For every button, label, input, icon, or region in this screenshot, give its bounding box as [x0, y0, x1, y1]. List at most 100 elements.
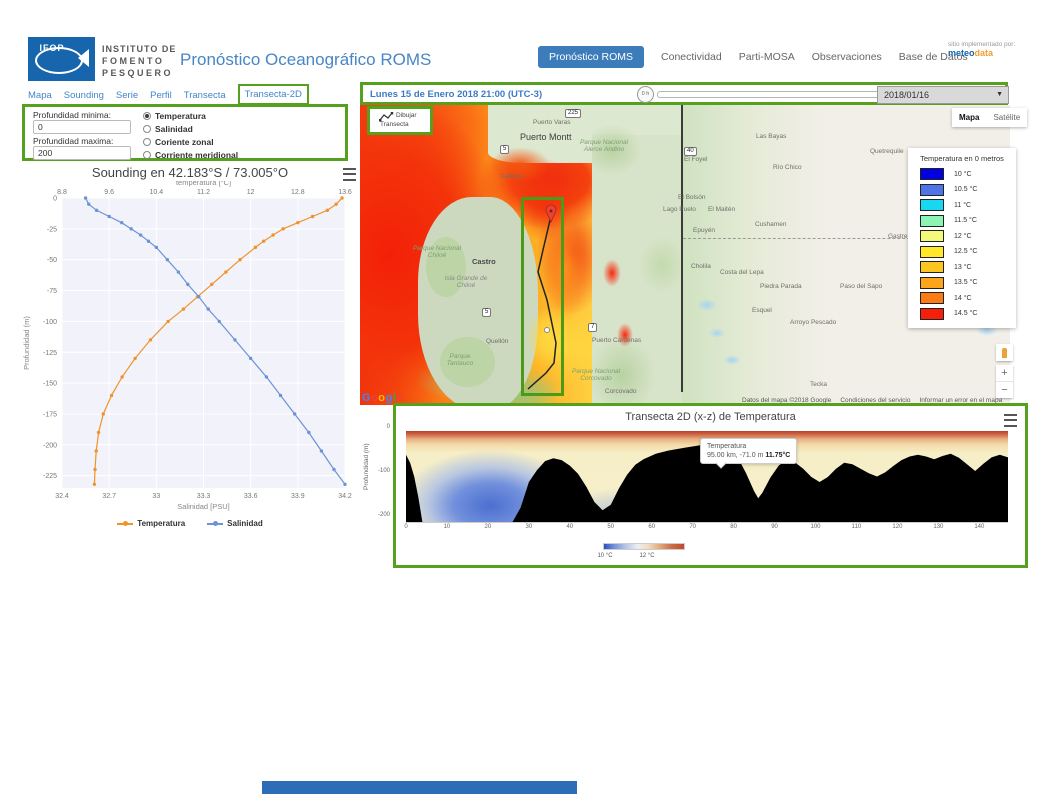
- institute-line: PESQUERO: [102, 67, 176, 79]
- svg-text:Profundidad (m): Profundidad (m): [22, 316, 31, 370]
- svg-text:-25: -25: [47, 226, 57, 233]
- transect-tooltip: Temperatura 95.00 km, -71.0 m 11.75°C: [700, 438, 797, 464]
- sounding-chart-title: Sounding en 42.183°S / 73.005°O: [20, 165, 360, 180]
- legend-row: 13.5 °C: [920, 277, 977, 289]
- legend-item-label: Temperatura: [137, 519, 185, 528]
- svg-text:34.2: 34.2: [338, 493, 352, 500]
- variable-radio-row: Coriente zonal: [143, 137, 214, 147]
- subnav-item-mapa[interactable]: Mapa: [28, 90, 52, 101]
- legend-swatch: [920, 277, 944, 289]
- transect-annotation-rect: [521, 197, 564, 396]
- svg-text:-125: -125: [43, 350, 57, 357]
- min-depth-label: Profundidad minima:: [33, 110, 111, 120]
- svg-text:11.2: 11.2: [197, 189, 210, 196]
- draw-transect-annotation: Dibujar Transecta: [367, 106, 433, 135]
- brand-data[interactable]: data: [975, 48, 994, 58]
- radio-button-unselected[interactable]: [143, 151, 151, 159]
- svg-text:13.6: 13.6: [338, 189, 352, 196]
- legend-label: 12 °C: [954, 233, 972, 240]
- svg-text:12: 12: [247, 189, 255, 196]
- map-type-satelite[interactable]: Satélite: [986, 108, 1027, 127]
- brand-meteo[interactable]: meteo: [948, 48, 975, 58]
- legend-label: 12.5 °C: [954, 248, 977, 255]
- zoom-in-button[interactable]: +: [996, 365, 1013, 381]
- time-slider-handle[interactable]: 0 h: [637, 86, 654, 103]
- credit-brand[interactable]: meteodata: [948, 49, 1015, 57]
- legend-row: 14.5 °C: [920, 308, 977, 320]
- legend-item-temperatura[interactable]: Temperatura: [117, 519, 185, 528]
- nav-item-conectividad[interactable]: Conectividad: [661, 51, 722, 63]
- fish-tail-icon: [78, 49, 89, 67]
- min-depth-input[interactable]: [33, 120, 131, 134]
- colorbar-label-low: 10 °C: [592, 553, 618, 559]
- subnav-item-sounding[interactable]: Sounding: [64, 90, 104, 101]
- radio-button-unselected[interactable]: [143, 138, 151, 146]
- svg-text:33.6: 33.6: [244, 493, 258, 500]
- date-select-value: 2018/01/16: [884, 90, 929, 100]
- legend-item-label: Salinidad: [227, 519, 263, 528]
- institute-line: INSTITUTO DE: [102, 43, 176, 55]
- transect-x-tick: 0: [398, 524, 414, 530]
- max-depth-input[interactable]: [33, 146, 131, 160]
- radio-button-selected[interactable]: [143, 112, 151, 120]
- legend-row: 10 °C: [920, 168, 972, 180]
- transect-x-tick: 90: [767, 524, 783, 530]
- max-depth-label: Profundidad maxima:: [33, 136, 113, 146]
- page-title: Pronóstico Oceanográfico ROMS: [180, 50, 431, 70]
- radio-label: Temperatura: [155, 111, 206, 121]
- svg-text:-225: -225: [43, 473, 57, 480]
- time-bar: Lunes 15 de Enero 2018 21:00 (UTC-3) 0 h…: [360, 82, 1008, 105]
- legend-label: 11 °C: [954, 202, 971, 209]
- svg-text:-200: -200: [43, 442, 57, 449]
- radio-label: Corriente meridional: [155, 150, 238, 160]
- transect-x-tick: 10: [439, 524, 455, 530]
- transect-menu-icon[interactable]: [1004, 414, 1017, 427]
- svg-text:-175: -175: [43, 411, 57, 418]
- nav-item-observaciones[interactable]: Observaciones: [812, 51, 882, 63]
- subnav-item-transecta-2d[interactable]: Transecta-2D: [238, 84, 309, 105]
- legend-label: 10 °C: [954, 171, 972, 178]
- transect-y-tick: 0: [374, 424, 390, 430]
- nav-item-parti-mosa[interactable]: Parti-MOSA: [739, 51, 795, 63]
- sounding-menu-icon[interactable]: [343, 168, 356, 181]
- legend-marker: [117, 523, 133, 525]
- legend-label: 14.5 °C: [954, 310, 977, 317]
- svg-text:-75: -75: [47, 288, 57, 295]
- legend-swatch: [920, 261, 944, 273]
- sub-nav: Mapa Sounding Serie Perfil Transecta Transect…: [28, 87, 309, 103]
- transect-x-tick: 40: [562, 524, 578, 530]
- transect-x-tick: 120: [889, 524, 905, 530]
- subnav-item-perfil[interactable]: Perfil: [150, 90, 172, 101]
- legend-item-salinidad[interactable]: Salinidad: [207, 519, 263, 528]
- time-slider-track[interactable]: [657, 91, 885, 98]
- zoom-out-button[interactable]: −: [996, 381, 1013, 398]
- legend-swatch: [920, 199, 944, 211]
- map-zoom-controls: + −: [996, 365, 1013, 398]
- legend-row: 10.5 °C: [920, 184, 977, 196]
- transect-chart-title: Transecta 2D (x-z) de Temperatura: [396, 411, 1025, 423]
- sounding-legend: Temperatura Salinidad: [20, 519, 360, 528]
- date-select[interactable]: 2018/01/16 ▼: [877, 86, 1009, 104]
- nav-item-pron-stico-roms[interactable]: Pronóstico ROMS: [538, 46, 644, 68]
- datetime-label: Lunes 15 de Enero 2018 21:00 (UTC-3): [370, 89, 542, 100]
- map-type-mapa[interactable]: Mapa: [952, 108, 986, 127]
- credit: sitio implementado por: meteodata: [948, 41, 1015, 57]
- subnav-item-transecta[interactable]: Transecta: [184, 90, 226, 101]
- svg-text:Salinidad [PSU]: Salinidad [PSU]: [177, 502, 230, 511]
- svg-text:-150: -150: [43, 381, 57, 388]
- legend-marker: [207, 523, 223, 525]
- footer-bar: [262, 781, 577, 794]
- pegman-control[interactable]: [996, 344, 1013, 361]
- sounding-plot[interactable]: 0-25-50-75-100-125-150-175-200-2258.89.6…: [20, 181, 360, 516]
- top-nav: Pronóstico ROMS Conectividad Parti-MOSA Obs…: [538, 46, 968, 68]
- variable-radio-row: Corriente meridional: [143, 150, 238, 160]
- legend-row: 12.5 °C: [920, 246, 977, 258]
- radio-button-unselected[interactable]: [143, 125, 151, 133]
- draw-transect-button[interactable]: Dibujar Transecta: [370, 109, 430, 132]
- legend-row: 11 °C: [920, 199, 971, 211]
- sounding-chart: Sounding en 42.183°S / 73.005°O 0-25-50-…: [20, 163, 360, 553]
- svg-text:10.4: 10.4: [150, 189, 164, 196]
- institute-line: FOMENTO: [102, 55, 176, 67]
- subnav-item-serie[interactable]: Serie: [116, 90, 138, 101]
- transect-x-tick: 140: [971, 524, 987, 530]
